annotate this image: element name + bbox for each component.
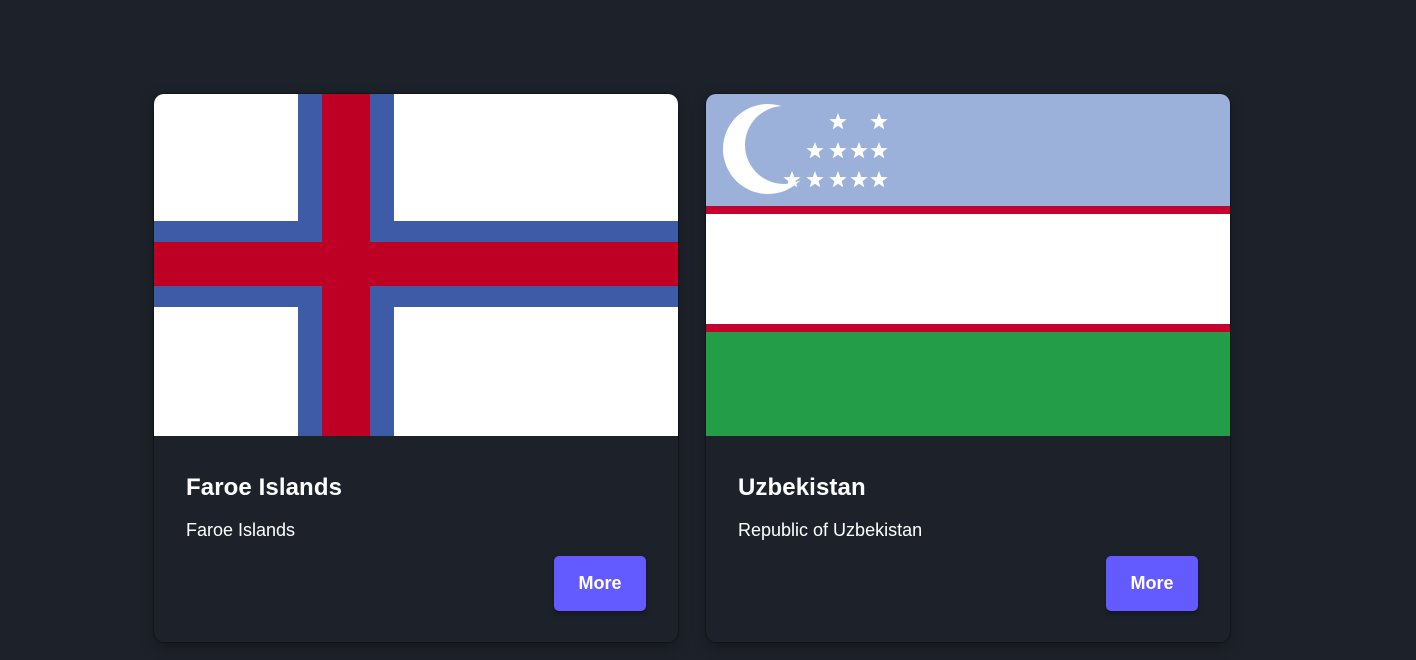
card-body: Faroe Islands Faroe Islands More xyxy=(154,436,678,642)
country-official-name: Republic of Uzbekistan xyxy=(738,520,923,540)
country-name: Faroe Islands xyxy=(186,474,343,501)
card-body: Uzbekistan Republic of Uzbekistan More xyxy=(706,436,1230,642)
country-official-name: Faroe Islands xyxy=(186,520,296,540)
country-grid: Faroe Islands Faroe Islands More Uzbekis… xyxy=(154,94,1230,642)
country-card-faroe-islands: Faroe Islands Faroe Islands More xyxy=(154,94,678,642)
country-name: Uzbekistan xyxy=(738,474,866,501)
more-button[interactable]: More xyxy=(554,556,646,611)
country-card-uzbekistan: Uzbekistan Republic of Uzbekistan More xyxy=(706,94,1230,642)
faroe-islands-flag-icon xyxy=(154,94,678,436)
more-button[interactable]: More xyxy=(1106,556,1198,611)
uzbekistan-flag-icon xyxy=(706,94,1230,436)
